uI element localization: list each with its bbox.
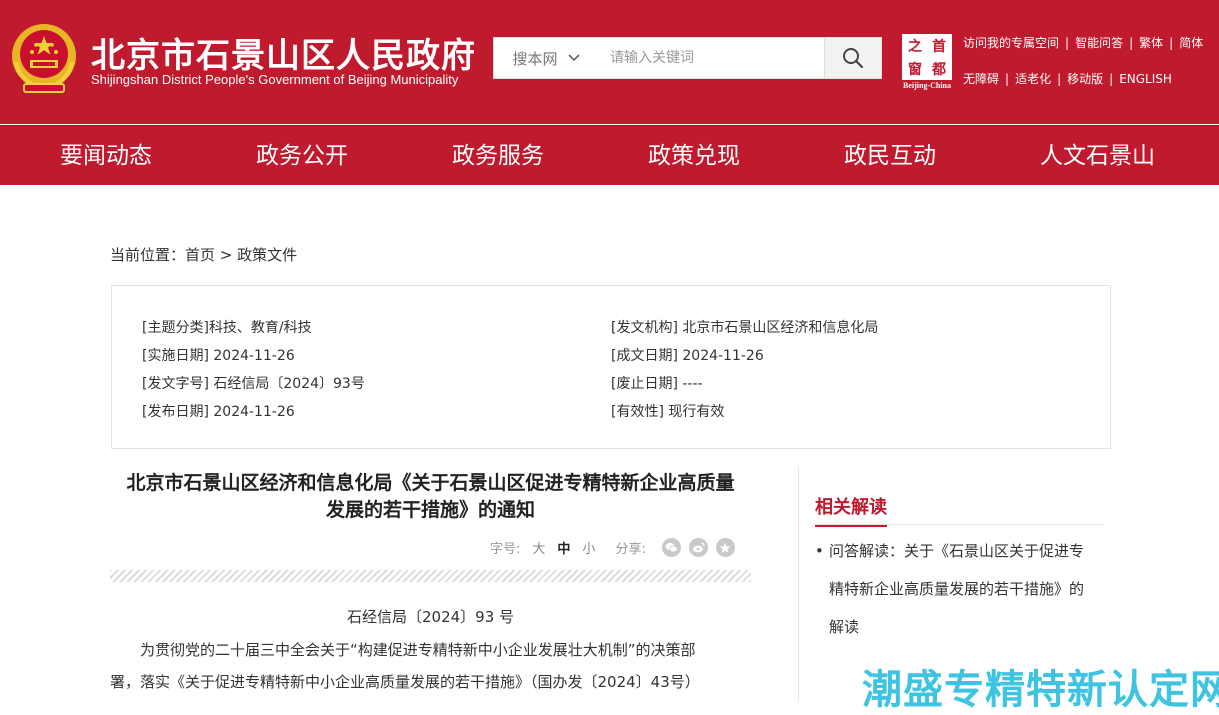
breadcrumb-separator: > — [215, 246, 238, 264]
nav-item-culture[interactable]: 人文石景山 — [1040, 126, 1155, 186]
wechat-icon[interactable] — [661, 538, 681, 557]
weibo-icon[interactable] — [688, 538, 708, 557]
chevron-down-icon — [567, 54, 580, 62]
meta-repeal-date: [废止日期] ---- — [611, 376, 703, 392]
top-links-secondary: 无障碍 | 适老化 | 移动版 | ENGLISH — [963, 70, 1172, 87]
nav-item-policy[interactable]: 政策兑现 — [648, 126, 740, 186]
divider: | — [1109, 71, 1114, 86]
related-item-line: 解读 — [829, 618, 860, 636]
mobile-version-link[interactable]: 移动版 — [1067, 70, 1103, 87]
watermark: 潮盛专精特新认定网 — [862, 667, 1219, 713]
accessibility-link[interactable]: 无障碍 — [963, 70, 999, 87]
meta-validity: [有效性] 现行有效 — [611, 404, 725, 420]
font-size-small[interactable]: 小 — [582, 538, 595, 557]
document-number: 石经信局〔2024〕93 号 — [346, 608, 515, 626]
divider: | — [1129, 35, 1134, 50]
smart-qa-link[interactable]: 智能问答 — [1075, 34, 1123, 51]
nav-item-news[interactable]: 要闻动态 — [60, 126, 152, 186]
divider: | — [1169, 35, 1174, 50]
related-item-line: 精特新企业高质量发展的若干措施》的 — [829, 580, 1085, 598]
nav-item-gov-affairs-open[interactable]: 政务公开 — [256, 126, 348, 186]
breadcrumb-label: 当前位置： — [110, 246, 186, 264]
article-tools: 字号: 大 中 小 分享: — [490, 538, 735, 557]
divider: | — [1057, 71, 1062, 86]
capital-window-logo[interactable]: 之 首 窗 都 Beijing-China — [900, 34, 954, 90]
breadcrumb-current-link[interactable]: 政策文件 — [237, 246, 297, 264]
main-nav: 要闻动态 政务公开 政务服务 政策兑现 政民互动 人文石景山 — [0, 125, 1219, 185]
meta-written-date: [成文日期] 2024-11-26 — [611, 348, 764, 364]
article-paragraph: 为贯彻党的二十届三中全会关于“构建促进专精特新中小企业发展壮大机制”的决策部 — [110, 641, 696, 659]
meta-published-date: [发布日期] 2024-11-26 — [142, 404, 295, 420]
font-size-label: 字号: — [490, 542, 521, 557]
meta-issuer: [发文机构] 北京市石景山区经济和信息化局 — [611, 320, 879, 336]
capital-logo-caption: Beijing-China — [902, 81, 951, 90]
english-link[interactable]: ENGLISH — [1119, 72, 1172, 86]
search-icon — [843, 48, 864, 69]
my-space-link[interactable]: 访问我的专属空间 — [963, 34, 1059, 51]
nav-item-interaction[interactable]: 政民互动 — [844, 126, 936, 186]
share-label: 分享: — [615, 542, 646, 557]
document-meta-box: [主题分类]科技、教育/科技 [发文机构] 北京市石景山区经济和信息化局 [实施… — [111, 285, 1111, 449]
divider: | — [1065, 35, 1070, 50]
divider: | — [1005, 71, 1010, 86]
capital-logo-char: 之 — [908, 38, 922, 55]
font-size-large[interactable]: 大 — [532, 538, 545, 557]
star-icon[interactable] — [715, 538, 735, 557]
article-title-line: 发展的若干措施》的通知 — [325, 499, 535, 521]
elderly-mode-link[interactable]: 适老化 — [1015, 70, 1051, 87]
font-size-medium[interactable]: 中 — [557, 538, 570, 557]
related-reading-item[interactable]: • 问答解读：关于《石景山区关于促进专 精特新企业高质量发展的若干措施》的 解读 — [815, 532, 1115, 646]
search-scope-dropdown[interactable]: 搜本网 — [494, 38, 598, 78]
related-reading-title: 相关解读 — [815, 493, 887, 527]
capital-logo-box: 之 首 窗 都 — [902, 34, 952, 80]
national-emblem-icon[interactable] — [10, 22, 78, 94]
related-item-line: 问答解读：关于《石景山区关于促进专 — [829, 542, 1085, 560]
breadcrumb-home-link[interactable]: 首页 — [185, 246, 215, 264]
breadcrumb: 当前位置：首页 > 政策文件 — [110, 244, 297, 265]
site-title[interactable]: 北京市石景山区人民政府 — [91, 28, 476, 77]
article-title-line: 北京市石景山区经济和信息化局《关于石景山区促进专精特新企业高质量 — [126, 472, 735, 494]
simplified-chinese-link[interactable]: 简体 — [1179, 34, 1203, 51]
site-subtitle: Shijingshan District People's Government… — [91, 72, 459, 87]
search-button[interactable] — [824, 38, 881, 78]
search-input[interactable] — [598, 38, 816, 78]
capital-logo-char: 首 — [932, 38, 946, 55]
bullet: • — [815, 542, 824, 560]
hatched-divider — [110, 570, 751, 582]
top-links-primary: 访问我的专属空间 | 智能问答 | 繁体 | 简体 — [963, 34, 1203, 51]
article-title: 北京市石景山区经济和信息化局《关于石景山区促进专精特新企业高质量 发展的若干措施… — [110, 470, 751, 524]
meta-topic: [主题分类]科技、教育/科技 — [142, 320, 312, 336]
meta-doc-number: [发文字号] 石经信局〔2024〕93号 — [142, 376, 365, 392]
nav-item-gov-services[interactable]: 政务服务 — [452, 126, 544, 186]
search-scope-label: 搜本网 — [512, 49, 558, 68]
capital-logo-char: 窗 — [908, 61, 922, 78]
traditional-chinese-link[interactable]: 繁体 — [1139, 34, 1163, 51]
column-divider — [798, 467, 799, 701]
search-bar: 搜本网 — [493, 37, 882, 79]
site-header: 北京市石景山区人民政府 Shijingshan District People'… — [0, 0, 1219, 124]
meta-effective-date: [实施日期] 2024-11-26 — [142, 348, 295, 364]
capital-logo-char: 都 — [932, 61, 946, 78]
article-paragraph: 署，落实《关于促进专精特新中小企业高质量发展的若干措施》（国办发〔2024〕43… — [110, 673, 700, 691]
